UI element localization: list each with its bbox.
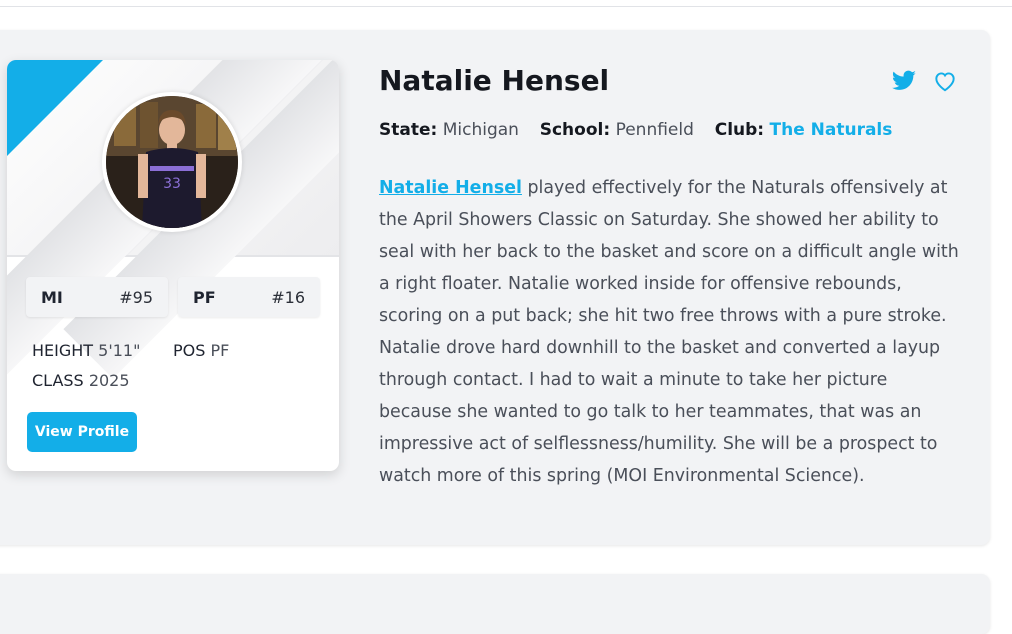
state-rank: #95	[119, 287, 153, 307]
school-value: Pennfield	[615, 120, 694, 140]
top-divider	[0, 0, 1012, 7]
player-name: Natalie Hensel	[379, 64, 610, 97]
twitter-icon[interactable]	[890, 68, 918, 98]
height-label: HEIGHT	[32, 341, 94, 360]
svg-text:33: 33	[163, 176, 181, 192]
class-value: 2025	[88, 371, 130, 390]
pos-label: POS	[173, 341, 206, 360]
state-rank-badge: MI #95	[26, 277, 168, 317]
player-name-link[interactable]: Natalie Hensel	[379, 178, 522, 198]
pos-stat: POS PF	[173, 341, 229, 360]
position-rank: #16	[271, 287, 305, 307]
class-stat: CLASS 2025	[32, 371, 130, 390]
club-link[interactable]: The Naturals	[770, 120, 893, 140]
position-rank-badge: PF #16	[178, 277, 320, 317]
pos-value: PF	[210, 341, 230, 360]
position-abbr: PF	[193, 287, 216, 307]
class-label: CLASS	[32, 371, 84, 390]
state-value: Michigan	[442, 120, 519, 140]
player-profile-card: 33 MI #95 PF #16 HEIGHT 5'11" POS PF CLA…	[7, 60, 339, 471]
banner-corner-accent	[7, 60, 103, 156]
state-abbr: MI	[41, 287, 63, 307]
view-profile-button[interactable]: View Profile	[27, 412, 137, 452]
next-player-card	[0, 574, 990, 634]
player-meta: State: Michigan School: Pennfield Club: …	[379, 120, 892, 140]
club-label: Club:	[714, 120, 765, 140]
player-photo: 33	[106, 96, 238, 228]
height-value: 5'11"	[98, 341, 141, 360]
action-icons	[890, 68, 959, 98]
state-label: State:	[379, 120, 438, 140]
bio-text: played effectively for the Naturals offe…	[379, 178, 959, 486]
profile-banner: 33	[7, 60, 339, 379]
height-stat: HEIGHT 5'11"	[32, 341, 140, 360]
heart-icon[interactable]	[931, 68, 959, 98]
school-label: School:	[539, 120, 611, 140]
player-bio: Natalie Hensel played effectively for th…	[379, 172, 964, 492]
